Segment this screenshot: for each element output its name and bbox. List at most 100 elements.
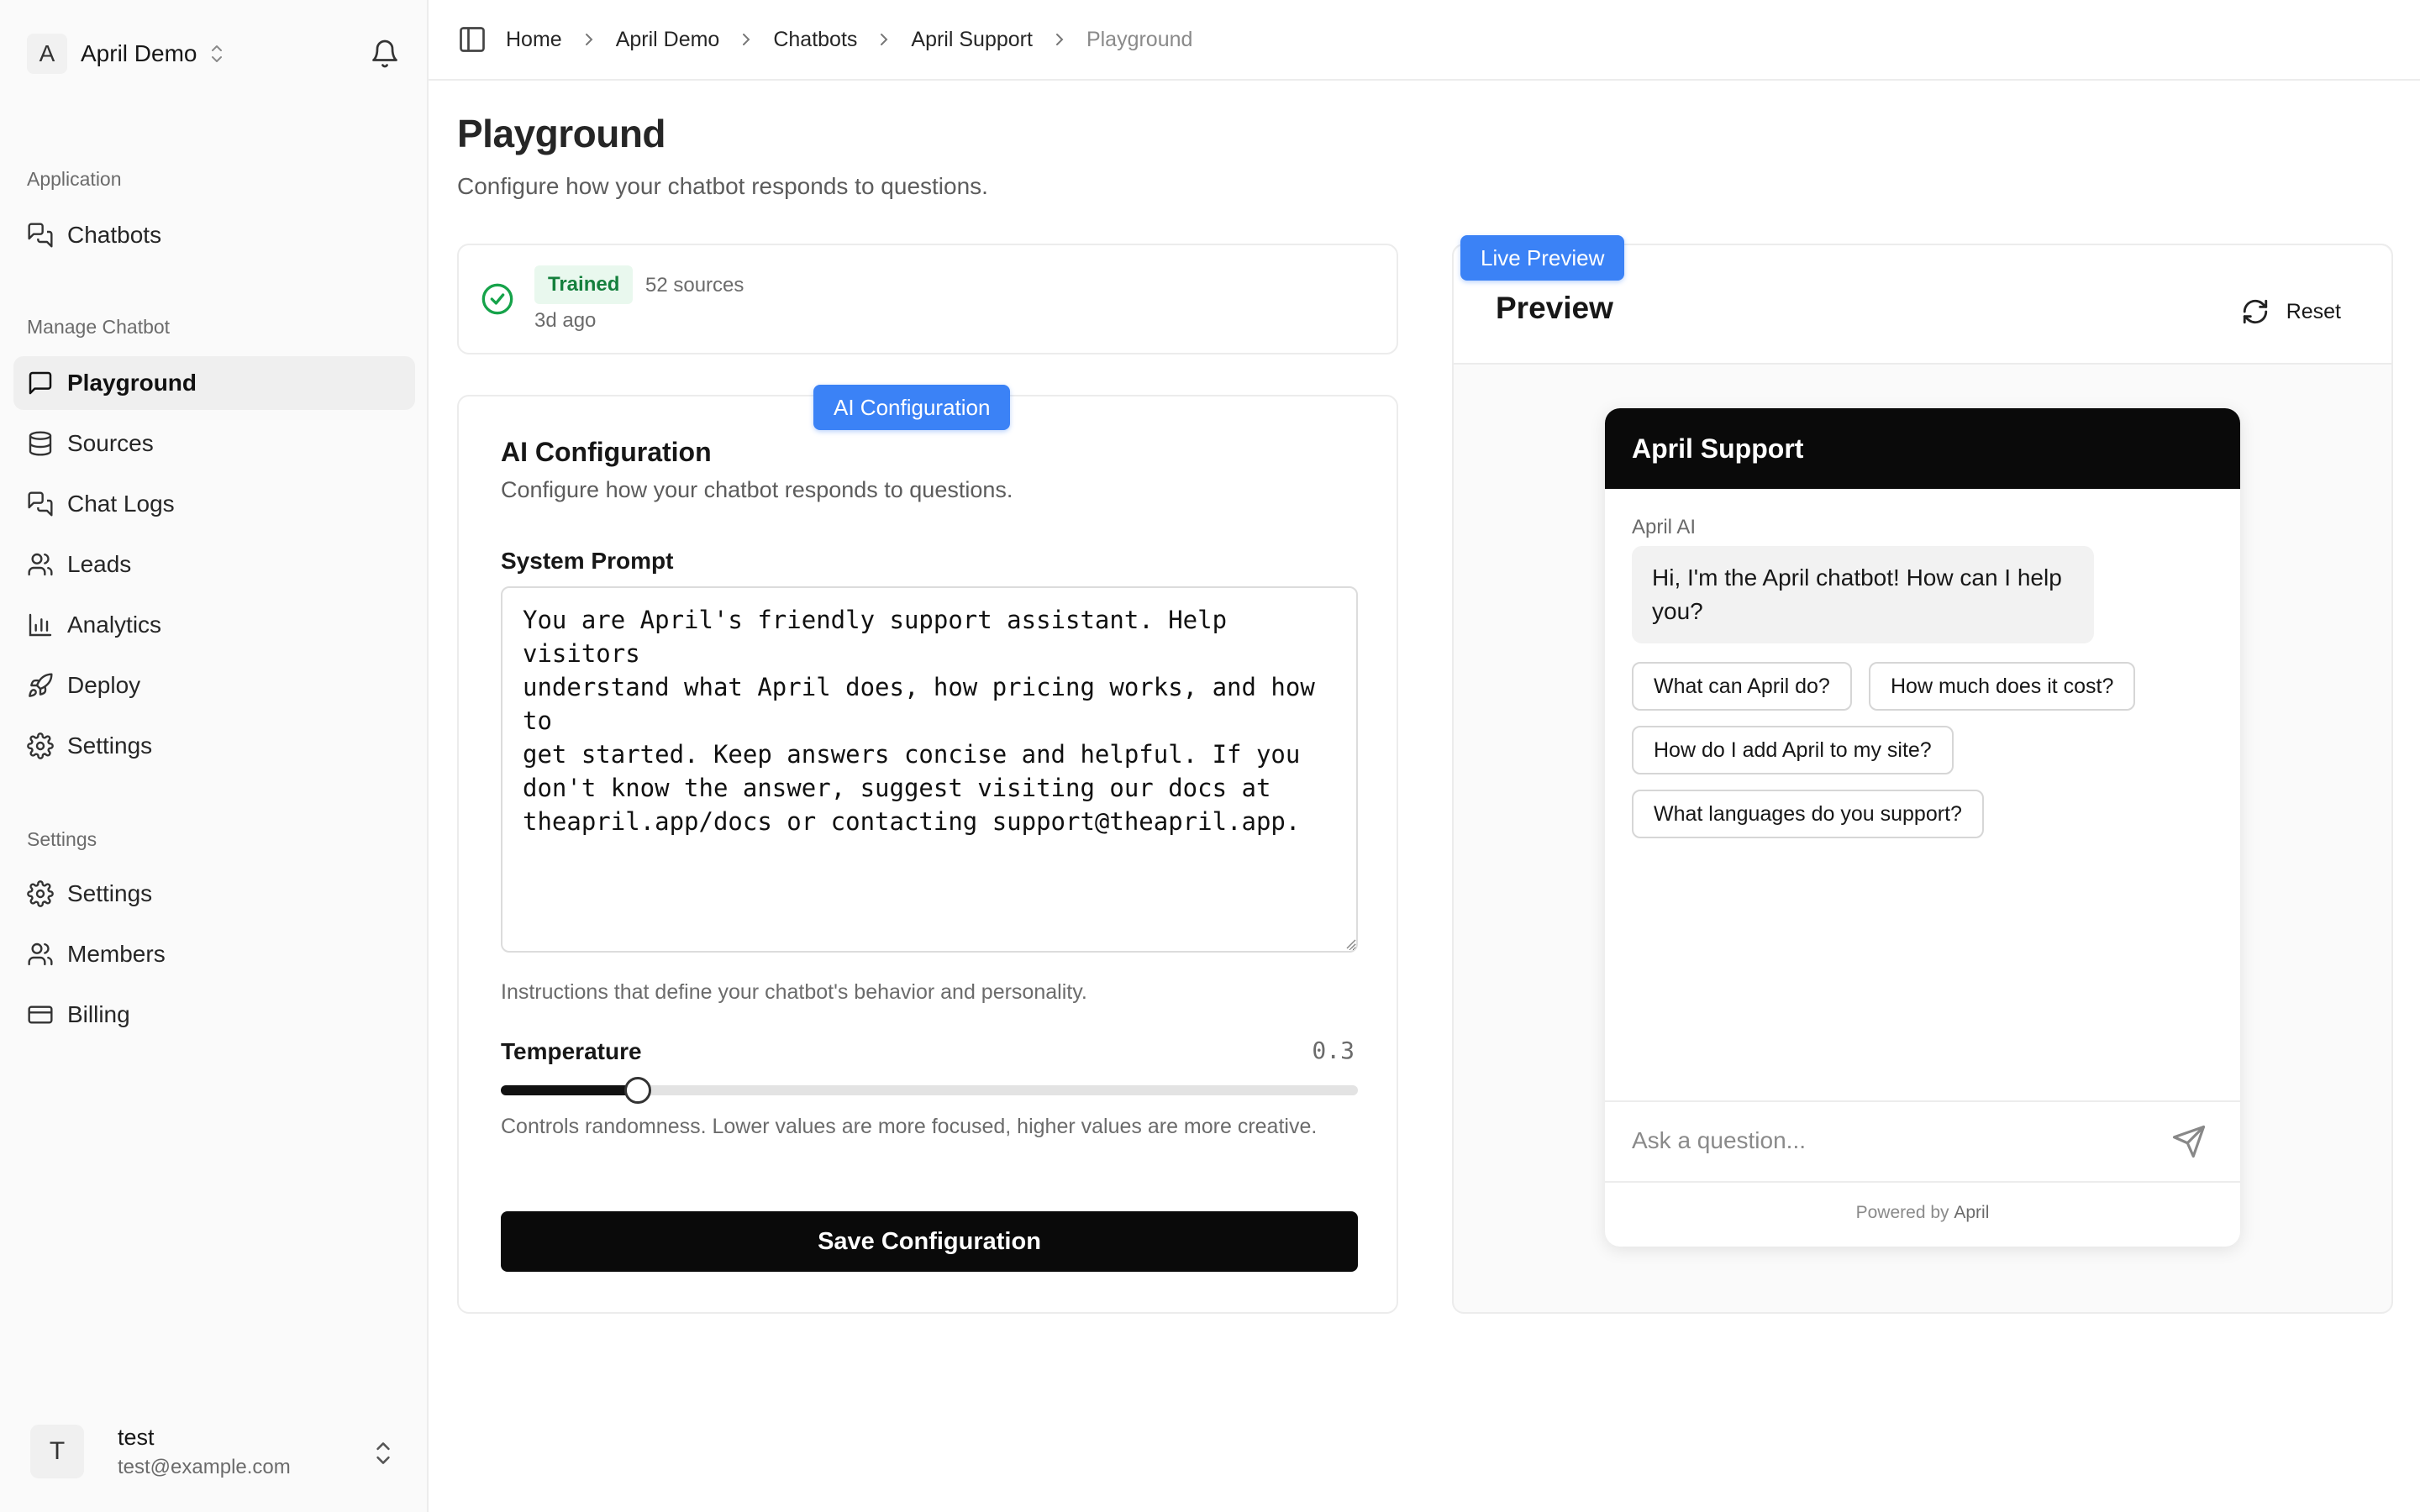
system-prompt-label: System Prompt bbox=[501, 548, 674, 574]
training-status-card: Trained 52 sources 3d ago bbox=[457, 244, 1398, 354]
sidebar-item-label: Analytics bbox=[67, 612, 162, 638]
powered-by-brand[interactable]: April bbox=[1954, 1203, 1989, 1222]
user-menu[interactable]: T test test@example.com bbox=[13, 1404, 415, 1499]
chat-logs-icon bbox=[28, 491, 53, 517]
page-title: Playground bbox=[457, 112, 666, 155]
message-square-icon bbox=[29, 371, 52, 395]
suggestion-chip[interactable]: What can April do? bbox=[1632, 662, 1852, 711]
ai-configuration-card: AI Configuration AI Configuration Config… bbox=[457, 385, 1398, 1314]
sidebar-item-label: Deploy bbox=[67, 672, 141, 698]
sidebar-item-settings[interactable]: Settings bbox=[13, 867, 415, 921]
bar-chart-icon bbox=[29, 613, 52, 637]
avatar: T bbox=[30, 1425, 84, 1478]
sidebar-item-label: Sources bbox=[67, 430, 154, 456]
sidebar-item-playground[interactable]: Playground bbox=[13, 356, 415, 410]
chat-input-row: Ask a question... bbox=[1605, 1100, 2240, 1183]
sidebar-item-label: Chat Logs bbox=[67, 491, 175, 517]
powered-by: Powered by April bbox=[1605, 1203, 2240, 1223]
reset-label: Reset bbox=[2286, 299, 2341, 323]
bot-name: April AI bbox=[1632, 516, 1697, 538]
rocket-icon bbox=[29, 673, 53, 697]
user-email: test@example.com bbox=[118, 1455, 291, 1478]
config-subtitle: Configure how your chatbot responds to q… bbox=[501, 477, 1013, 502]
sidebar-item-billing[interactable]: Billing bbox=[13, 988, 415, 1042]
powered-by-prefix: Powered by bbox=[1855, 1203, 1949, 1222]
status-badge: Trained bbox=[534, 265, 634, 304]
temperature-value: 0.3 bbox=[1312, 1037, 1355, 1064]
group-label-settings: Settings bbox=[27, 828, 97, 850]
chevron-right-icon bbox=[585, 34, 593, 45]
slider-thumb[interactable] bbox=[624, 1077, 652, 1104]
sidebar-item-label: Chatbots bbox=[67, 222, 162, 248]
sidebar-item-chatbots[interactable]: Chatbots bbox=[13, 208, 415, 262]
sidebar-item-label: Settings bbox=[67, 880, 153, 906]
breadcrumb-current: Playground bbox=[1086, 27, 1193, 51]
preview-card: Preview Reset Live Preview April Support… bbox=[1452, 235, 2393, 1314]
chat-input[interactable]: Ask a question... bbox=[1632, 1127, 1806, 1154]
gear-icon bbox=[27, 880, 54, 907]
config-title: AI Configuration bbox=[501, 437, 712, 467]
sidebar-item-label: Settings bbox=[67, 732, 153, 759]
group-label-manage: Manage Chatbot bbox=[27, 316, 171, 338]
check-circle-icon bbox=[481, 283, 513, 315]
users-icon bbox=[28, 553, 53, 576]
workspace-name: April Demo bbox=[81, 40, 197, 66]
sidebar-item-label: Billing bbox=[67, 1001, 130, 1027]
bell-icon[interactable] bbox=[370, 39, 400, 69]
sidebar-item-chat-logs[interactable]: Chat Logs bbox=[13, 477, 415, 531]
live-preview-tag: Live Preview bbox=[1460, 235, 1625, 281]
temperature-hint: Controls randomness. Lower values are mo… bbox=[501, 1115, 1318, 1138]
page-subtitle: Configure how your chatbot responds to q… bbox=[457, 173, 988, 199]
system-prompt-hint: Instructions that define your chatbot's … bbox=[501, 980, 1087, 1004]
user-name: test bbox=[118, 1424, 155, 1450]
breadcrumb-chatbots[interactable]: Chatbots bbox=[773, 28, 857, 52]
sidebar-item-leads[interactable]: Leads bbox=[13, 538, 415, 591]
breadcrumb-workspace[interactable]: April Demo bbox=[616, 28, 720, 52]
suggestion-chip[interactable]: What languages do you support? bbox=[1632, 790, 1984, 838]
sidebar-item-label: Members bbox=[67, 941, 166, 967]
chevron-right-icon bbox=[881, 34, 888, 45]
temperature-slider[interactable] bbox=[501, 1077, 1358, 1104]
send-icon[interactable] bbox=[2171, 1124, 2207, 1159]
sidebar-toggle-icon[interactable] bbox=[457, 24, 487, 55]
suggestion-chip[interactable]: How do I add April to my site? bbox=[1632, 726, 1954, 774]
chats-icon bbox=[28, 223, 53, 248]
users-icon bbox=[28, 942, 53, 966]
sidebar-item-chatbot-settings[interactable]: Settings bbox=[13, 719, 415, 773]
topbar: Home April Demo Chatbots April Support P… bbox=[429, 0, 2420, 81]
ai-configuration-tag: AI Configuration bbox=[813, 385, 1011, 430]
sidebar-item-analytics[interactable]: Analytics bbox=[13, 598, 415, 652]
sidebar-item-deploy[interactable]: Deploy bbox=[13, 659, 415, 712]
widget-header: April Support bbox=[1605, 408, 2240, 489]
gear-icon bbox=[27, 732, 54, 759]
sidebar-item-sources[interactable]: Sources bbox=[13, 417, 415, 470]
temperature-label: Temperature bbox=[501, 1038, 642, 1064]
breadcrumb-chatbot[interactable]: April Support bbox=[911, 28, 1033, 52]
workspace-switcher[interactable]: A April Demo bbox=[27, 34, 225, 74]
sidebar-item-label: Playground bbox=[67, 370, 197, 396]
sources-count: 52 sources bbox=[645, 274, 744, 297]
breadcrumb: Home April Demo Chatbots April Support P… bbox=[506, 28, 1192, 52]
chevrons-up-down-icon bbox=[376, 1442, 390, 1464]
system-prompt-textarea[interactable]: You are April's friendly support assista… bbox=[501, 586, 1358, 953]
refresh-icon bbox=[2243, 299, 2267, 324]
save-configuration-button[interactable]: Save Configuration bbox=[501, 1211, 1358, 1272]
bot-message: Hi, I'm the April chatbot! How can I hel… bbox=[1632, 546, 2094, 643]
credit-card-icon bbox=[28, 1005, 53, 1024]
sidebar-item-members[interactable]: Members bbox=[13, 927, 415, 981]
suggestion-chip[interactable]: How much does it cost? bbox=[1869, 662, 2136, 711]
group-label-application: Application bbox=[27, 168, 122, 190]
database-icon bbox=[29, 431, 52, 456]
preview-title: Preview bbox=[1496, 291, 1613, 325]
slider-fill bbox=[501, 1085, 639, 1095]
chat-widget: April Support April AI Hi, I'm the April… bbox=[1605, 408, 2240, 1247]
last-trained: 3d ago bbox=[534, 309, 597, 332]
chevron-right-icon bbox=[1055, 34, 1064, 45]
reset-button[interactable]: Reset bbox=[2241, 297, 2341, 326]
breadcrumb-home[interactable]: Home bbox=[506, 28, 562, 52]
chevron-right-icon bbox=[743, 34, 750, 45]
sidebar-item-label: Leads bbox=[67, 551, 132, 577]
sidebar: A April Demo Application Chatbots Manage… bbox=[0, 0, 429, 1512]
workspace-avatar: A bbox=[27, 34, 67, 74]
resize-handle-icon[interactable] bbox=[1343, 936, 1356, 949]
